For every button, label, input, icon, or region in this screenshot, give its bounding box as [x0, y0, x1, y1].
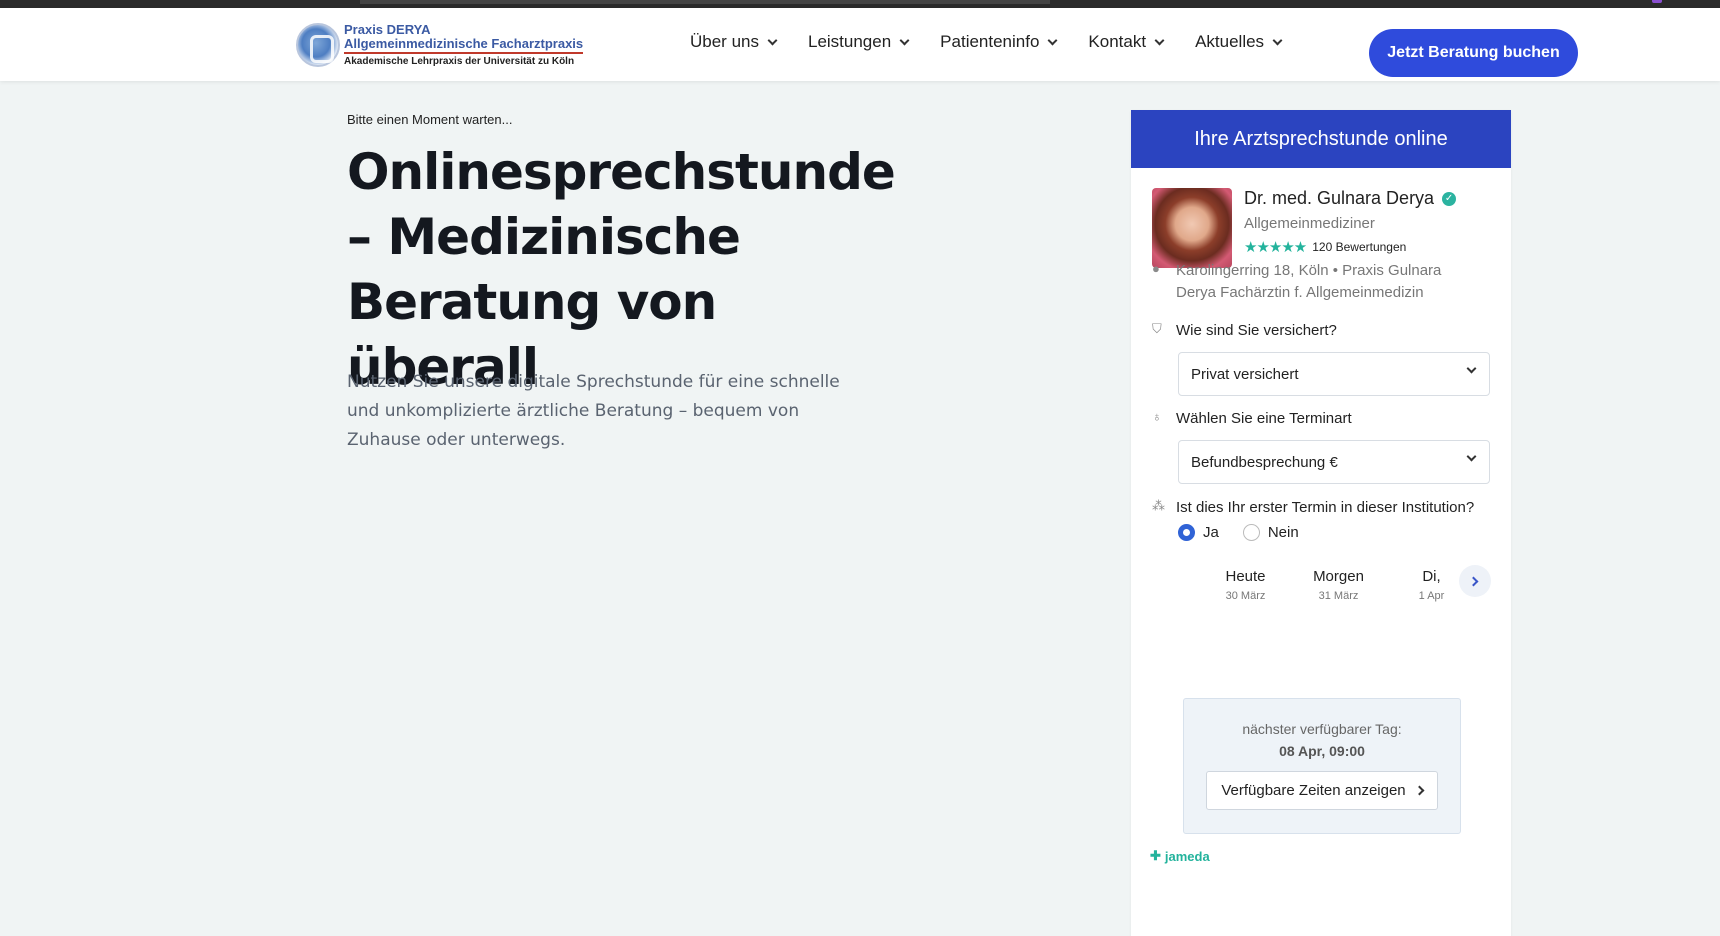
first-visit-label: Ist dies Ihr erster Termin in dieser Ins…: [1176, 499, 1475, 516]
appointment-type-value: Befundbesprechung €: [1191, 453, 1338, 471]
insurance-question: ⛉ Wie sind Sie versichert?: [1152, 320, 1337, 342]
chevron-down-icon: [767, 35, 778, 45]
radio-yes-label: Ja: [1203, 524, 1219, 541]
nav-label: Über uns: [690, 32, 759, 51]
address-row: ● Karolingerring 18, Köln • Praxis Gulna…: [1152, 260, 1466, 304]
address-text: Karolingerring 18, Köln • Praxis Gulnara…: [1176, 262, 1442, 301]
booking-widget: Ihre Arztsprechstunde online Dr. med. Gu…: [1131, 110, 1511, 936]
day-date: 30 März: [1225, 590, 1266, 602]
appointment-type-label: Wählen Sie eine Terminart: [1176, 410, 1352, 427]
next-days-button[interactable]: [1459, 565, 1491, 597]
radio-selected-icon: [1178, 524, 1195, 541]
doctor-card: Dr. med. Gulnara Derya ✓ Allgemeinmedizi…: [1152, 188, 1457, 268]
logo-text: Praxis DERYA Allgemeinmedizinische Facha…: [344, 21, 584, 68]
chevron-down-icon: [1466, 451, 1477, 462]
top-strip-line: [360, 0, 1050, 4]
first-visit-question: ⁂ Ist dies Ihr erster Termin in dieser I…: [1152, 497, 1474, 519]
chevron-right-icon: [1468, 576, 1479, 586]
jameda-brand[interactable]: ✚ jameda: [1150, 848, 1210, 864]
radio-no[interactable]: Nein: [1242, 524, 1299, 541]
nav-item-patienteninfo[interactable]: Patienteninfo: [940, 32, 1058, 52]
loading-text: Bitte einen Moment warten...: [347, 112, 513, 127]
insurance-label: Wie sind Sie versichert?: [1176, 322, 1337, 339]
appointment-type-select[interactable]: Befundbesprechung €: [1178, 440, 1490, 484]
doctor-avatar[interactable]: [1152, 188, 1232, 268]
people-icon: ⁂: [1152, 498, 1165, 513]
doctor-name[interactable]: Dr. med. Gulnara Derya: [1244, 188, 1434, 209]
rating-stars-icon: ★★★★★: [1244, 239, 1307, 256]
location-pin-icon: ●: [1152, 261, 1160, 276]
doctor-name-row: Dr. med. Gulnara Derya ✓: [1244, 188, 1457, 209]
nav-label: Kontakt: [1088, 32, 1147, 51]
day-date: 31 März: [1318, 590, 1359, 602]
nav-item-kontakt[interactable]: Kontakt: [1088, 32, 1165, 52]
next-available-value: 08 Apr, 09:00: [1279, 743, 1365, 759]
review-count: 120 Bewertungen: [1312, 240, 1407, 254]
day-name: Morgen: [1313, 568, 1364, 585]
site-header: Praxis DERYA Allgemeinmedizinische Facha…: [0, 8, 1720, 81]
chevron-down-icon: [1272, 35, 1283, 45]
doctor-specialty: Allgemeinmediziner: [1244, 215, 1375, 232]
nav-item-aktuelles[interactable]: Aktuelles: [1195, 32, 1283, 52]
next-available-box: nächster verfügbarer Tag: 08 Apr, 09:00 …: [1183, 698, 1461, 834]
shield-icon: ⛉: [1152, 321, 1162, 336]
radio-no-label: Nein: [1267, 524, 1299, 541]
show-times-label: Verfügbare Zeiten anzeigen: [1221, 782, 1406, 799]
show-times-button[interactable]: Verfügbare Zeiten anzeigen: [1206, 771, 1438, 810]
day-tomorrow[interactable]: Morgen 31 März: [1292, 568, 1385, 602]
book-consultation-button[interactable]: Jetzt Beratung buchen: [1369, 29, 1578, 77]
page-title: Onlinesprechstunde – Medizinische Beratu…: [347, 143, 896, 396]
chevron-down-icon: [1047, 35, 1058, 45]
browser-top-strip: [0, 0, 1720, 8]
top-strip-accent: [1652, 0, 1662, 3]
nav-item-ueber-uns[interactable]: Über uns: [690, 32, 778, 52]
doctor-rating[interactable]: ★★★★★ 120 Bewertungen: [1244, 238, 1456, 256]
main-nav: Über uns Leistungen Patienteninfo Kontak…: [690, 32, 1283, 52]
nav-item-leistungen[interactable]: Leistungen: [807, 32, 910, 52]
logo-line-3: Akademische Lehrpraxis der Universität z…: [344, 56, 575, 68]
site-logo[interactable]: Praxis DERYA Allgemeinmedizinische Facha…: [296, 20, 596, 70]
insurance-select[interactable]: Privat versichert: [1178, 352, 1490, 396]
radio-empty-icon: [1242, 524, 1260, 541]
first-visit-options: Ja Nein: [1178, 524, 1299, 541]
nav-label: Patienteninfo: [940, 32, 1040, 51]
day-name: Heute: [1225, 568, 1266, 585]
verified-check-icon: ✓: [1442, 191, 1457, 206]
intro-text: Nutzen Sie unsere digitale Sprechstunde …: [347, 372, 840, 450]
insurance-value: Privat versichert: [1191, 365, 1299, 383]
logo-icon: [296, 23, 340, 67]
nav-label: Aktuelles: [1195, 32, 1265, 51]
jameda-logo-icon: ✚: [1150, 848, 1161, 863]
chevron-down-icon: [899, 35, 910, 45]
nav-label: Leistungen: [807, 32, 892, 51]
jameda-label: jameda: [1164, 848, 1210, 864]
chevron-right-icon: [1414, 785, 1425, 796]
next-available-label: nächster verfügbarer Tag:: [1242, 721, 1402, 737]
appointment-type-question: ♁ Wählen Sie eine Terminart: [1152, 408, 1352, 430]
chevron-down-icon: [1154, 35, 1165, 45]
stethoscope-icon: ♁: [1152, 409, 1162, 424]
chevron-down-icon: [1466, 363, 1477, 374]
logo-line-1: Praxis DERYA: [344, 21, 431, 37]
widget-title: Ihre Arztsprechstunde online: [1131, 110, 1511, 168]
doctor-info: Dr. med. Gulnara Derya ✓ Allgemeinmedizi…: [1244, 188, 1457, 268]
radio-yes[interactable]: Ja: [1178, 524, 1219, 541]
day-today[interactable]: Heute 30 März: [1199, 568, 1292, 602]
logo-line-2: Allgemeinmedizinische Facharztpraxis: [344, 36, 584, 55]
day-selector: Heute 30 März Morgen 31 März Di, 1 Apr: [1199, 568, 1478, 602]
